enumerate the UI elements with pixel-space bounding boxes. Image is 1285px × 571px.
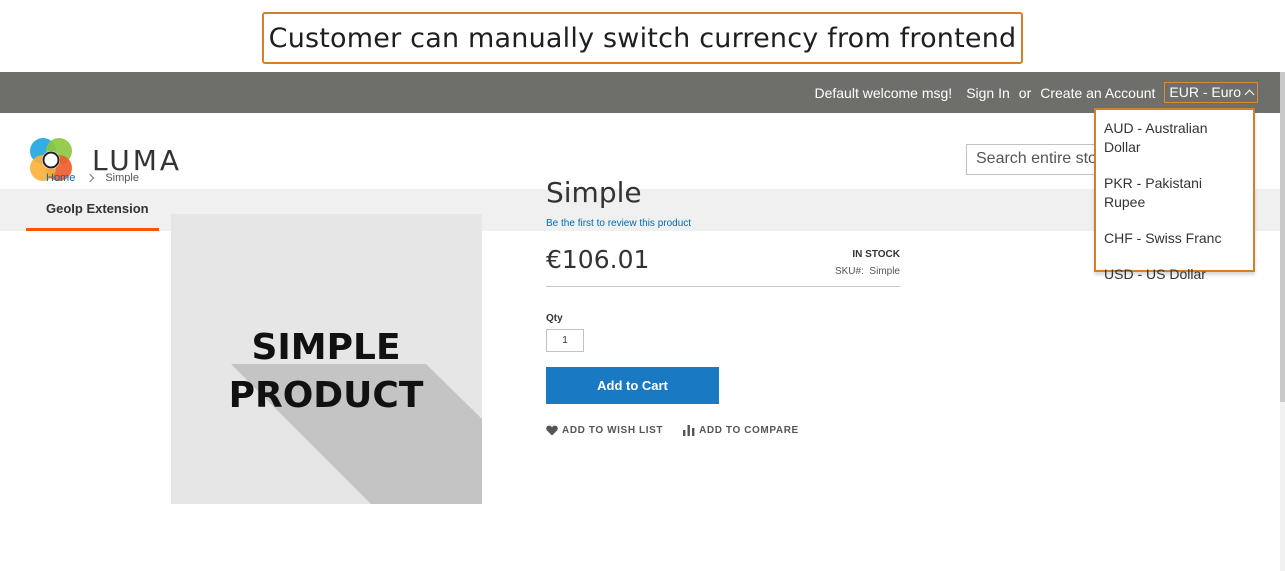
or-text: or	[1018, 84, 1032, 101]
page-scrollbar[interactable]	[1280, 72, 1285, 571]
breadcrumb: Home Simple	[46, 172, 139, 184]
sign-in-link[interactable]: Sign In	[966, 85, 1010, 101]
product-sku: SKU#: Simple	[835, 266, 900, 277]
currency-option-chf[interactable]: CHF - Swiss Franc	[1096, 228, 1253, 248]
stock-status: IN STOCK	[852, 249, 900, 260]
qty-label: Qty	[546, 313, 563, 324]
currency-option-pkr[interactable]: PKR - Pakistani Rupee	[1096, 173, 1253, 212]
breadcrumb-home-link[interactable]: Home	[46, 172, 75, 184]
sku-label: SKU#:	[834, 266, 864, 277]
breadcrumb-current: Simple	[105, 172, 139, 184]
currency-selected-label: EUR - Euro	[1169, 84, 1241, 100]
product-title: Simple	[546, 176, 642, 209]
compare-label: ADD TO COMPARE	[699, 425, 799, 436]
add-to-compare-link[interactable]: ADD TO COMPARE	[683, 425, 799, 436]
add-to-wishlist-link[interactable]: ADD TO WISH LIST	[546, 425, 663, 436]
annotation-banner-area: Customer can manually switch currency fr…	[0, 0, 1285, 72]
annotation-banner: Customer can manually switch currency fr…	[262, 12, 1023, 64]
sku-value: Simple	[869, 266, 900, 277]
search-input[interactable]: Search entire store here...	[966, 144, 1106, 175]
chevron-up-icon	[1244, 89, 1255, 99]
product-image[interactable]: SIMPLE PRODUCT	[171, 214, 482, 504]
wishlist-label: ADD TO WISH LIST	[562, 425, 664, 436]
create-account-link[interactable]: Create an Account	[1040, 85, 1155, 101]
qty-input[interactable]: 1	[546, 329, 584, 352]
header-panel: Default welcome msg! Sign In or Create a…	[0, 72, 1280, 113]
welcome-message: Default welcome msg!	[814, 84, 953, 101]
currency-switcher[interactable]: EUR - Euro	[1164, 82, 1258, 103]
scrollbar-thumb[interactable]	[1280, 72, 1285, 402]
review-link[interactable]: Be the first to review this product	[546, 218, 900, 229]
currency-dropdown: AUD - Australian Dollar PKR - Pakistani …	[1094, 108, 1255, 282]
chevron-right-icon	[86, 173, 95, 183]
nav-item-geoip-extension[interactable]: GeoIp Extension	[26, 189, 159, 231]
product-actions: ADD TO WISH LIST ADD TO COMPARE	[546, 425, 900, 436]
heart-icon	[546, 425, 558, 436]
product-image-graphic: SIMPLE PRODUCT	[229, 327, 482, 504]
currency-option-usd[interactable]: USD - US Dollar	[1096, 264, 1253, 284]
product-info: Simple Be the first to review this produ…	[546, 176, 900, 436]
currency-option-aud[interactable]: AUD - Australian Dollar	[1096, 118, 1253, 157]
product-price: €106.01	[546, 245, 650, 274]
add-to-cart-button[interactable]: Add to Cart	[546, 367, 719, 404]
compare-chart-icon	[683, 425, 695, 436]
image-text-line2: PRODUCT	[229, 375, 424, 416]
image-text-line1: SIMPLE	[251, 327, 400, 368]
price-box: €106.01 IN STOCK SKU#: Simple	[546, 229, 900, 287]
